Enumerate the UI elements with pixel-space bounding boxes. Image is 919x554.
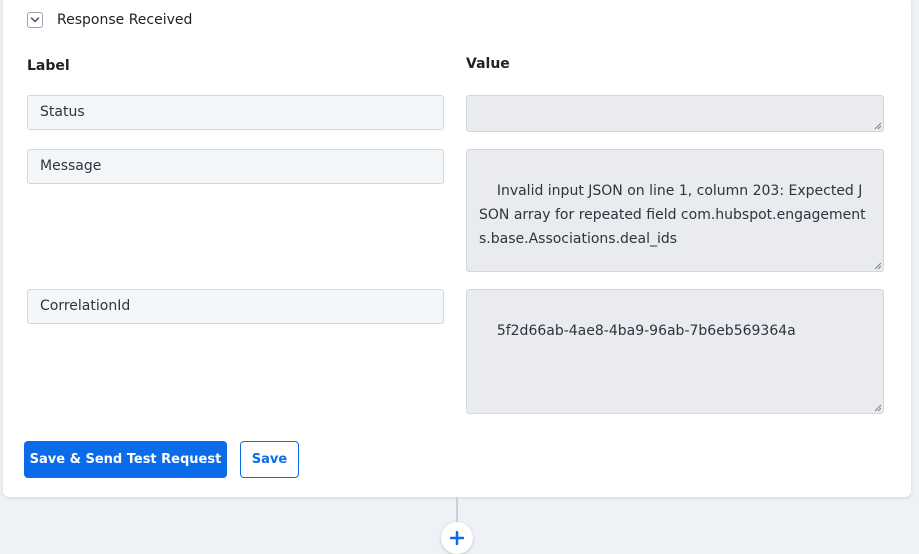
plus-icon <box>450 531 464 545</box>
value-field-correlationid[interactable]: 5f2d66ab-4ae8-4ba9-96ab-7b6eb569364a <box>466 289 884 414</box>
add-step-button[interactable] <box>441 522 473 554</box>
resize-grip-icon[interactable] <box>874 404 882 412</box>
save-button[interactable]: Save <box>240 441 299 478</box>
resize-grip-icon[interactable] <box>874 262 882 270</box>
value-field-status[interactable]: error <box>466 95 884 132</box>
value-field-message[interactable]: Invalid input JSON on line 1, column 203… <box>466 149 884 272</box>
resize-grip-icon[interactable] <box>874 122 882 130</box>
label-field-status[interactable]: Status <box>27 95 444 130</box>
value-text-correlationid: 5f2d66ab-4ae8-4ba9-96ab-7b6eb569364a <box>496 323 796 339</box>
value-text-status: error <box>497 130 531 131</box>
label-column-header: Label <box>27 58 70 74</box>
value-text-message: Invalid input JSON on line 1, column 203… <box>479 183 866 247</box>
chevron-down-icon <box>30 17 40 23</box>
value-column-header: Value <box>466 56 510 72</box>
label-field-message[interactable]: Message <box>27 149 444 184</box>
label-field-correlationid[interactable]: CorrelationId <box>27 289 444 324</box>
section-title: Response Received <box>57 12 193 28</box>
save-and-send-test-request-button[interactable]: Save & Send Test Request <box>24 441 227 478</box>
collapse-toggle[interactable] <box>27 12 43 28</box>
response-panel: Response Received Label Value Status err… <box>3 0 911 497</box>
